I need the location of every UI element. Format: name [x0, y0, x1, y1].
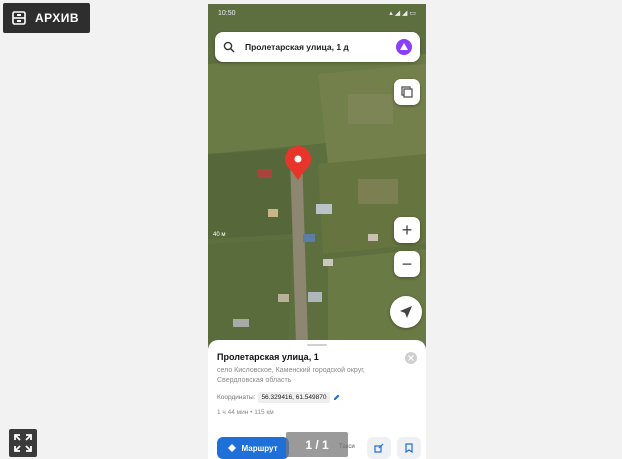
status-time: 10:50 — [218, 9, 236, 17]
coordinates-row: Координаты: 56.329416, 61.549870 — [217, 392, 417, 403]
plus-icon: + — [401, 220, 413, 240]
layers-button[interactable] — [394, 79, 420, 105]
drag-handle[interactable] — [307, 344, 327, 346]
place-title: Пролетарская улица, 1 — [217, 352, 319, 362]
bookmark-button[interactable] — [397, 437, 421, 459]
archive-label: АРХИВ — [35, 11, 80, 25]
status-icons: ▴ ◢ ◢ ▭ — [389, 10, 416, 17]
image-counter: 1 / 1 — [286, 432, 348, 457]
search-bar[interactable]: Пролетарская улица, 1 д — [215, 32, 420, 62]
phone-screenshot: 10:50 ▴ ◢ ◢ ▭ Пролетарская улица, 1 д + … — [208, 4, 426, 459]
bookmark-icon — [405, 443, 413, 453]
fullscreen-button[interactable] — [9, 429, 37, 457]
archive-icon — [12, 11, 26, 25]
alice-assistant-icon[interactable] — [396, 39, 412, 55]
layers-icon — [401, 86, 413, 98]
share-button[interactable] — [367, 437, 391, 459]
place-address: село Кисловское, Каменский городской окр… — [217, 367, 365, 384]
search-icon — [223, 41, 235, 53]
card-actions: Маршрут Такси — [217, 437, 421, 459]
coordinates-label: Координаты: — [217, 394, 256, 401]
zoom-in-button[interactable]: + — [394, 217, 420, 243]
status-bar: 10:50 ▴ ◢ ◢ ▭ — [208, 4, 426, 22]
edit-icon[interactable] — [333, 394, 340, 401]
route-icon — [228, 444, 237, 452]
route-label: Маршрут — [241, 443, 278, 453]
search-query: Пролетарская улица, 1 д — [245, 42, 349, 52]
navigation-arrow-icon — [400, 306, 412, 318]
archive-button[interactable]: АРХИВ — [3, 3, 90, 33]
coordinates-value[interactable]: 56.329416, 61.549870 — [258, 392, 330, 403]
close-icon — [408, 355, 414, 361]
route-button[interactable]: Маршрут — [217, 437, 289, 459]
my-location-button[interactable] — [390, 296, 422, 328]
travel-time: 1 ч 44 мин • 115 км — [217, 409, 274, 416]
zoom-out-button[interactable]: − — [394, 251, 420, 277]
map-scale: 40 м — [213, 232, 226, 238]
close-button[interactable] — [405, 352, 417, 364]
minus-icon: − — [401, 254, 413, 274]
expand-icon — [14, 434, 32, 452]
share-icon — [374, 443, 384, 453]
